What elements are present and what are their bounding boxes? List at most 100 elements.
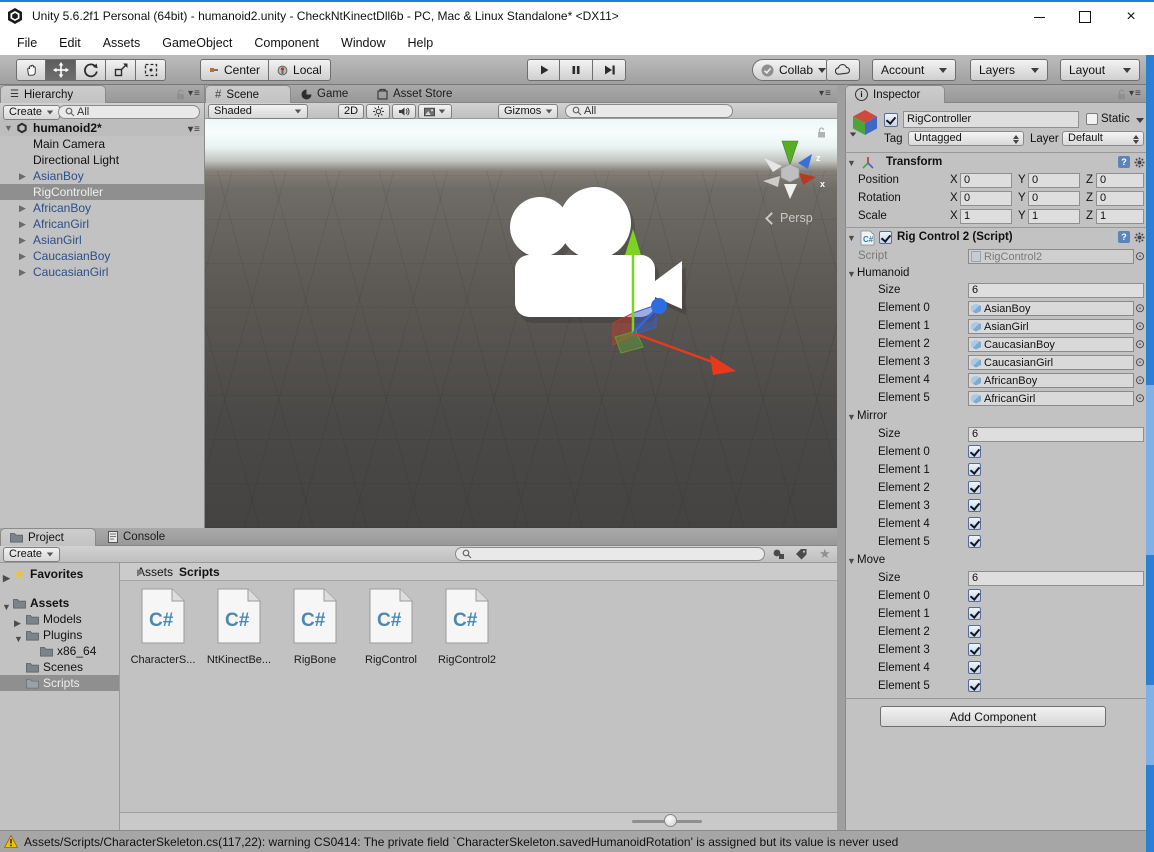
expand-arrow-icon[interactable]: ▶ (19, 216, 26, 232)
component-enabled-checkbox[interactable] (879, 231, 892, 244)
menu-edit[interactable]: Edit (48, 36, 92, 50)
tab-inspector[interactable]: i Inspector (845, 85, 945, 103)
favorites-root[interactable]: ▶ ★ Favorites (0, 566, 120, 582)
rotate-tool-button[interactable] (76, 59, 106, 81)
project-create-button[interactable]: Create (3, 547, 60, 562)
tab-console[interactable]: Console (108, 528, 165, 546)
file-icon-csharp[interactable]: C# (367, 588, 415, 644)
tree-x86-64[interactable]: x86_64 (0, 643, 120, 659)
search-by-label-button[interactable] (795, 548, 808, 563)
hierarchy-item-asiangirl[interactable]: ▶AsianGirl (0, 232, 204, 248)
object-picker-icon[interactable]: ⊙ (1135, 249, 1145, 263)
2d-toggle-button[interactable]: 2D (338, 104, 364, 119)
mirror-foldout[interactable]: ▼ Mirror (845, 409, 1146, 426)
hierarchy-item-caucasiangirl[interactable]: ▶CaucasianGirl (0, 264, 204, 280)
shaded-dropdown[interactable]: Shaded (208, 104, 308, 119)
tree-assets[interactable]: ▼ Assets (0, 595, 120, 611)
hierarchy-item-africanboy[interactable]: ▶AfricanBoy (0, 200, 204, 216)
hierarchy-create-button[interactable]: Create (3, 105, 60, 120)
menu-component[interactable]: Component (243, 36, 330, 50)
x-axis-handle[interactable] (633, 333, 718, 364)
lock-icon[interactable] (176, 89, 185, 100)
gizmo-y-cone[interactable] (782, 141, 798, 165)
tag-dropdown[interactable]: Untagged (908, 131, 1024, 146)
hierarchy-item-rigcontroller[interactable]: RigController (0, 184, 204, 200)
scene-orientation-gizmo[interactable]: z x (752, 131, 837, 211)
scale-z-field[interactable]: 1 (1096, 209, 1144, 224)
object-field[interactable]: AfricanGirl (968, 391, 1134, 406)
help-icon[interactable]: ? (1118, 156, 1130, 168)
mirror-checkbox[interactable] (968, 463, 981, 476)
move-checkbox[interactable] (968, 679, 981, 692)
gear-icon[interactable] (1134, 232, 1145, 243)
project-search-input[interactable] (455, 547, 765, 561)
gameobject-name-field[interactable]: RigController (903, 111, 1079, 128)
foldout-arrow-icon[interactable]: ▼ (847, 412, 856, 422)
audio-toggle-button[interactable] (392, 104, 416, 119)
menu-help[interactable]: Help (396, 36, 444, 50)
add-component-button[interactable]: Add Component (880, 706, 1106, 727)
file-icon-csharp[interactable]: C# (443, 588, 491, 644)
position-z-field[interactable]: 0 (1096, 173, 1144, 188)
rect-tool-button[interactable] (136, 59, 166, 81)
lock-icon[interactable] (1117, 89, 1126, 100)
favorites-filter-icon[interactable]: ★ (819, 546, 831, 562)
object-field[interactable]: AsianBoy (968, 301, 1134, 316)
script-object-field[interactable]: RigControl2 (968, 249, 1134, 264)
mirror-size-field[interactable]: 6 (968, 427, 1144, 442)
scale-y-field[interactable]: 1 (1028, 209, 1080, 224)
scene-search-input[interactable]: All (565, 104, 733, 118)
object-picker-icon[interactable]: ⊙ (1135, 301, 1145, 315)
panel-menu-icon[interactable]: ▾≡ (819, 88, 832, 99)
gizmos-dropdown[interactable]: Gizmos (498, 104, 558, 119)
object-picker-icon[interactable]: ⊙ (1135, 319, 1145, 333)
file-label[interactable]: CharacterS... (124, 654, 202, 666)
breadcrumb-scripts[interactable]: Scripts (179, 565, 220, 579)
layout-dropdown[interactable]: Layout (1060, 59, 1140, 81)
tab-hierarchy[interactable]: ☰ Hierarchy (0, 85, 106, 103)
maximize-button[interactable] (1062, 2, 1108, 32)
menu-assets[interactable]: Assets (92, 36, 152, 50)
foldout-arrow-icon[interactable]: ▼ (847, 269, 856, 279)
object-picker-icon[interactable]: ⊙ (1135, 391, 1145, 405)
move-checkbox[interactable] (968, 607, 981, 620)
menu-window[interactable]: Window (330, 36, 396, 50)
rotation-y-field[interactable]: 0 (1028, 191, 1080, 206)
scene-lock-icon[interactable] (817, 127, 826, 138)
move-checkbox[interactable] (968, 643, 981, 656)
tree-scripts[interactable]: Scripts (0, 675, 119, 691)
hierarchy-search-input[interactable]: All (58, 105, 200, 119)
rotation-z-field[interactable]: 0 (1096, 191, 1144, 206)
help-icon[interactable]: ? (1118, 231, 1130, 243)
object-field[interactable]: CaucasianBoy (968, 337, 1134, 352)
close-button[interactable]: × (1108, 2, 1154, 32)
mirror-checkbox[interactable] (968, 445, 981, 458)
expand-arrow-icon[interactable]: ▶ (19, 200, 26, 216)
persp-label[interactable]: Persp (767, 211, 813, 225)
tab-asset-store[interactable]: Asset Store (377, 85, 452, 103)
foldout-arrow-icon[interactable]: ▼ (847, 158, 856, 168)
file-label[interactable]: RigControl2 (428, 654, 506, 666)
cloud-button[interactable] (826, 59, 860, 81)
file-icon-csharp[interactable]: C# (139, 588, 187, 644)
panel-menu-icon[interactable]: ▾≡ (1129, 88, 1142, 99)
position-x-field[interactable]: 0 (960, 173, 1012, 188)
move-tool-button[interactable] (46, 59, 76, 81)
tab-project[interactable]: Project (0, 528, 96, 546)
humanoid-size-field[interactable]: 6 (968, 283, 1144, 298)
hierarchy-item-africangirl[interactable]: ▶AfricanGirl (0, 216, 204, 232)
status-bar[interactable]: Assets/Scripts/CharacterSkeleton.cs(117,… (0, 830, 1146, 852)
lighting-toggle-button[interactable] (366, 104, 390, 119)
static-dropdown-caret[interactable] (1136, 118, 1144, 123)
effects-dropdown[interactable] (418, 104, 452, 119)
move-checkbox[interactable] (968, 589, 981, 602)
object-picker-icon[interactable]: ⊙ (1135, 355, 1145, 369)
step-button[interactable] (593, 59, 626, 81)
move-foldout[interactable]: ▼ Move (845, 553, 1146, 570)
object-field[interactable]: CaucasianGirl (968, 355, 1134, 370)
rotation-x-field[interactable]: 0 (960, 191, 1012, 206)
file-icon-csharp[interactable]: C# (291, 588, 339, 644)
mirror-checkbox[interactable] (968, 499, 981, 512)
menu-gameobject[interactable]: GameObject (151, 36, 243, 50)
tab-game[interactable]: Game (301, 85, 348, 103)
